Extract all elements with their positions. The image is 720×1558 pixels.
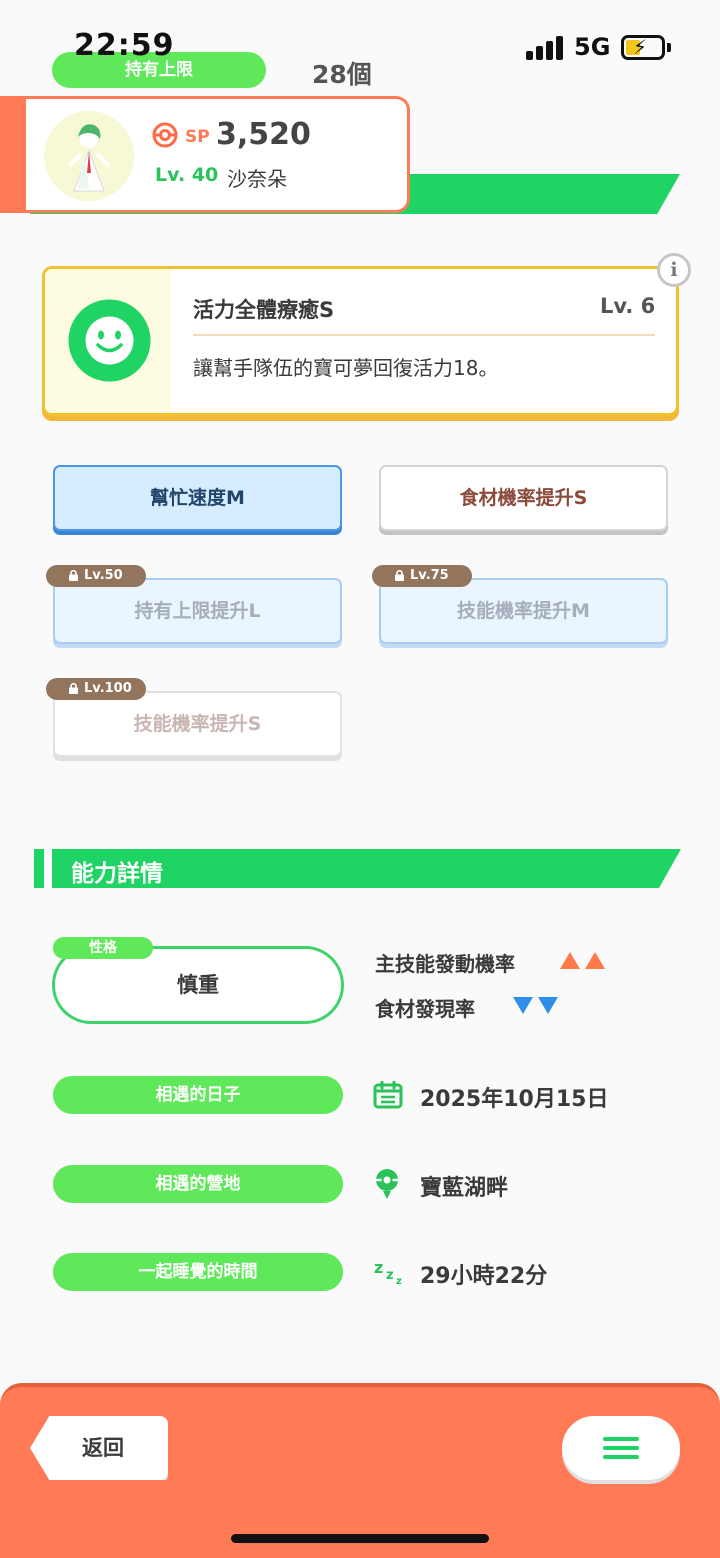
unlock-level: Lv.50 xyxy=(84,568,123,583)
calendar-icon xyxy=(373,1080,403,1109)
pokemon-level: Lv. 40 xyxy=(155,164,219,186)
sub-skill-2-button[interactable]: 食材機率提升S xyxy=(379,465,668,531)
unlock-level: Lv.100 xyxy=(84,681,132,696)
lock-icon xyxy=(69,683,78,694)
lock-icon xyxy=(69,570,78,581)
network-type: 5G xyxy=(574,33,611,61)
sub-skill-1-button[interactable]: 幫忙速度M xyxy=(53,465,342,531)
lock-icon xyxy=(395,570,404,581)
svg-text:z: z xyxy=(396,1276,402,1287)
skill-divider xyxy=(193,334,655,336)
section-marker xyxy=(34,849,44,888)
svg-text:z: z xyxy=(386,1268,394,1283)
svg-text:z: z xyxy=(374,1258,383,1277)
sp-label: SP xyxy=(185,127,210,147)
sub-skill-3-button[interactable]: 持有上限提升L xyxy=(53,578,342,644)
met-date-label: 相遇的日子 xyxy=(53,1076,343,1114)
battery-tip xyxy=(667,43,671,52)
signal-icon xyxy=(526,36,564,60)
info-icon[interactable]: i xyxy=(657,253,691,287)
main-skill-level: Lv. 6 xyxy=(600,294,656,318)
nature-tag: 性格 xyxy=(53,937,153,959)
unlock-level-badge: Lv.75 xyxy=(372,565,472,587)
sleep-zzz-icon: z z z xyxy=(373,1257,405,1287)
status-time: 22:59 xyxy=(74,28,175,63)
down-arrow-icon xyxy=(538,997,558,1014)
sp-value: 3,520 xyxy=(216,117,311,152)
met-place-label: 相遇的營地 xyxy=(53,1165,343,1203)
sleep-time-label: 一起睡覺的時間 xyxy=(53,1253,343,1291)
pokemon-name: 沙奈朵 xyxy=(227,167,287,191)
smiley-skill-icon xyxy=(68,299,151,382)
back-button[interactable]: 返回 xyxy=(30,1416,168,1480)
main-skill-description: 讓幫手隊伍的寶可夢回復活力18。 xyxy=(193,356,499,380)
up-arrow-icon xyxy=(560,952,580,969)
location-pin-icon xyxy=(374,1167,400,1201)
up-arrow-icon xyxy=(585,952,605,969)
main-skill-name: 活力全體療癒S xyxy=(193,298,335,322)
section-title: 能力詳情 xyxy=(71,861,163,887)
unlock-level: Lv.75 xyxy=(410,568,449,583)
menu-button[interactable] xyxy=(562,1416,680,1480)
met-place-value: 寶藍湖畔 xyxy=(420,1176,509,1201)
home-indicator[interactable] xyxy=(231,1534,489,1543)
sub-skill-5-button[interactable]: 技能機率提升S xyxy=(53,691,342,757)
sub-skill-4-button[interactable]: 技能機率提升M xyxy=(379,578,668,644)
unlock-level-badge: Lv.100 xyxy=(46,678,146,700)
sp-icon xyxy=(152,122,178,148)
met-date-value: 2025年10月15日 xyxy=(420,1087,609,1112)
pokemon-avatar xyxy=(44,111,134,201)
nature-down-stat: 食材發現率 xyxy=(375,997,475,1021)
down-arrow-icon xyxy=(513,997,533,1014)
unlock-level-badge: Lv.50 xyxy=(46,565,146,587)
capacity-count: 28個 xyxy=(312,60,372,89)
sleep-time-value: 29小時22分 xyxy=(420,1264,548,1289)
nature-up-stat: 主技能發動機率 xyxy=(375,952,515,976)
battery-charging-icon: ⚡ xyxy=(621,35,665,60)
